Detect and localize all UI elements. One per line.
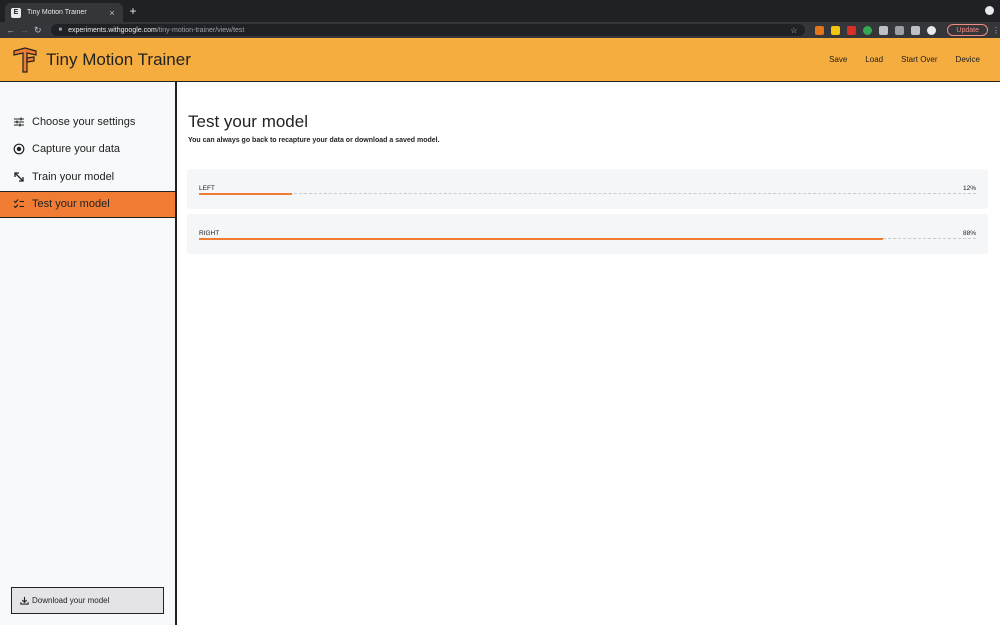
- back-icon[interactable]: ←: [4, 25, 18, 35]
- step-test-model[interactable]: Test your model: [0, 190, 175, 218]
- result-percent: 12%: [962, 185, 976, 192]
- browser-profile-icon[interactable]: [985, 6, 994, 15]
- bookmark-star-icon[interactable]: ☆: [790, 26, 797, 35]
- save-link[interactable]: Save: [829, 55, 847, 64]
- page-subtitle: You can always go back to recapture your…: [188, 137, 440, 144]
- result-row-left: LEFT 12%: [187, 169, 988, 209]
- result-row-right: RIGHT 88%: [187, 214, 988, 254]
- lock-icon: ■: [58, 27, 63, 33]
- result-label: RIGHT: [199, 230, 220, 237]
- new-tab-icon[interactable]: +: [126, 4, 140, 18]
- start-over-link[interactable]: Start Over: [901, 55, 937, 64]
- result-label: LEFT: [199, 185, 215, 192]
- load-link[interactable]: Load: [865, 55, 883, 64]
- result-track: [199, 192, 976, 195]
- arrows-icon: [14, 172, 24, 182]
- header-nav: Save Load Start Over Device: [811, 55, 980, 64]
- step-label: Train your model: [32, 170, 115, 183]
- step-label: Capture your data: [32, 143, 121, 156]
- reload-icon[interactable]: ↻: [31, 25, 45, 36]
- browser-tabstrip: E Tiny Motion Trainer × +: [0, 0, 1000, 22]
- url-path: /tiny-motion-trainer/view/test: [156, 26, 245, 34]
- result-track: [199, 237, 976, 240]
- main-content: Test your model You can always go back t…: [177, 82, 1000, 625]
- page-title: Test your model: [188, 112, 308, 131]
- app-title: Tiny Motion Trainer: [46, 49, 191, 69]
- app-header: Tiny Motion Trainer Save Load Start Over…: [0, 38, 1000, 82]
- update-button[interactable]: Update: [947, 24, 988, 36]
- sliders-icon: [14, 117, 24, 127]
- step-choose-settings[interactable]: Choose your settings: [0, 108, 175, 136]
- result-fill: [199, 237, 883, 240]
- puzzle-icon[interactable]: [895, 25, 905, 35]
- extension-icon[interactable]: [879, 25, 889, 35]
- address-bar[interactable]: ■ experiments.withgoogle.com /tiny-motio…: [50, 24, 806, 36]
- device-link[interactable]: Device: [956, 55, 980, 64]
- step-label: Choose your settings: [32, 115, 136, 128]
- browser-tab[interactable]: E Tiny Motion Trainer ×: [5, 3, 123, 22]
- step-list: Choose your settings Capture your data T…: [0, 108, 175, 218]
- result-fill: [199, 192, 293, 195]
- browser-toolbar: ← → ↻ ■ experiments.withgoogle.com /tiny…: [0, 22, 1000, 38]
- result-percent: 88%: [962, 230, 976, 237]
- step-label: Test your model: [32, 198, 110, 211]
- forward-icon[interactable]: →: [18, 25, 32, 35]
- extension-icon[interactable]: [831, 25, 841, 35]
- extension-icon[interactable]: [815, 25, 825, 35]
- download-label: Download your model: [32, 596, 110, 605]
- more-menu-icon[interactable]: ⋮: [992, 26, 1000, 35]
- tab-favicon-icon: E: [11, 7, 21, 18]
- url-host: experiments.withgoogle.com: [68, 26, 157, 34]
- tab-title: Tiny Motion Trainer: [27, 9, 87, 16]
- step-train-model[interactable]: Train your model: [0, 163, 175, 191]
- extension-icon[interactable]: [847, 25, 857, 35]
- step-capture-data[interactable]: Capture your data: [0, 136, 175, 164]
- avatar[interactable]: [927, 25, 937, 35]
- extension-icon[interactable]: [911, 25, 921, 35]
- extension-icon[interactable]: [863, 25, 873, 35]
- close-icon[interactable]: ×: [107, 8, 117, 18]
- checklist-icon: [13, 199, 24, 209]
- tf-logo-icon: [13, 46, 37, 73]
- download-model-button[interactable]: Download your model: [11, 587, 164, 614]
- download-icon: [20, 596, 29, 605]
- extensions: [815, 25, 943, 35]
- sidebar: Choose your settings Capture your data T…: [0, 82, 176, 625]
- record-icon: [13, 143, 25, 155]
